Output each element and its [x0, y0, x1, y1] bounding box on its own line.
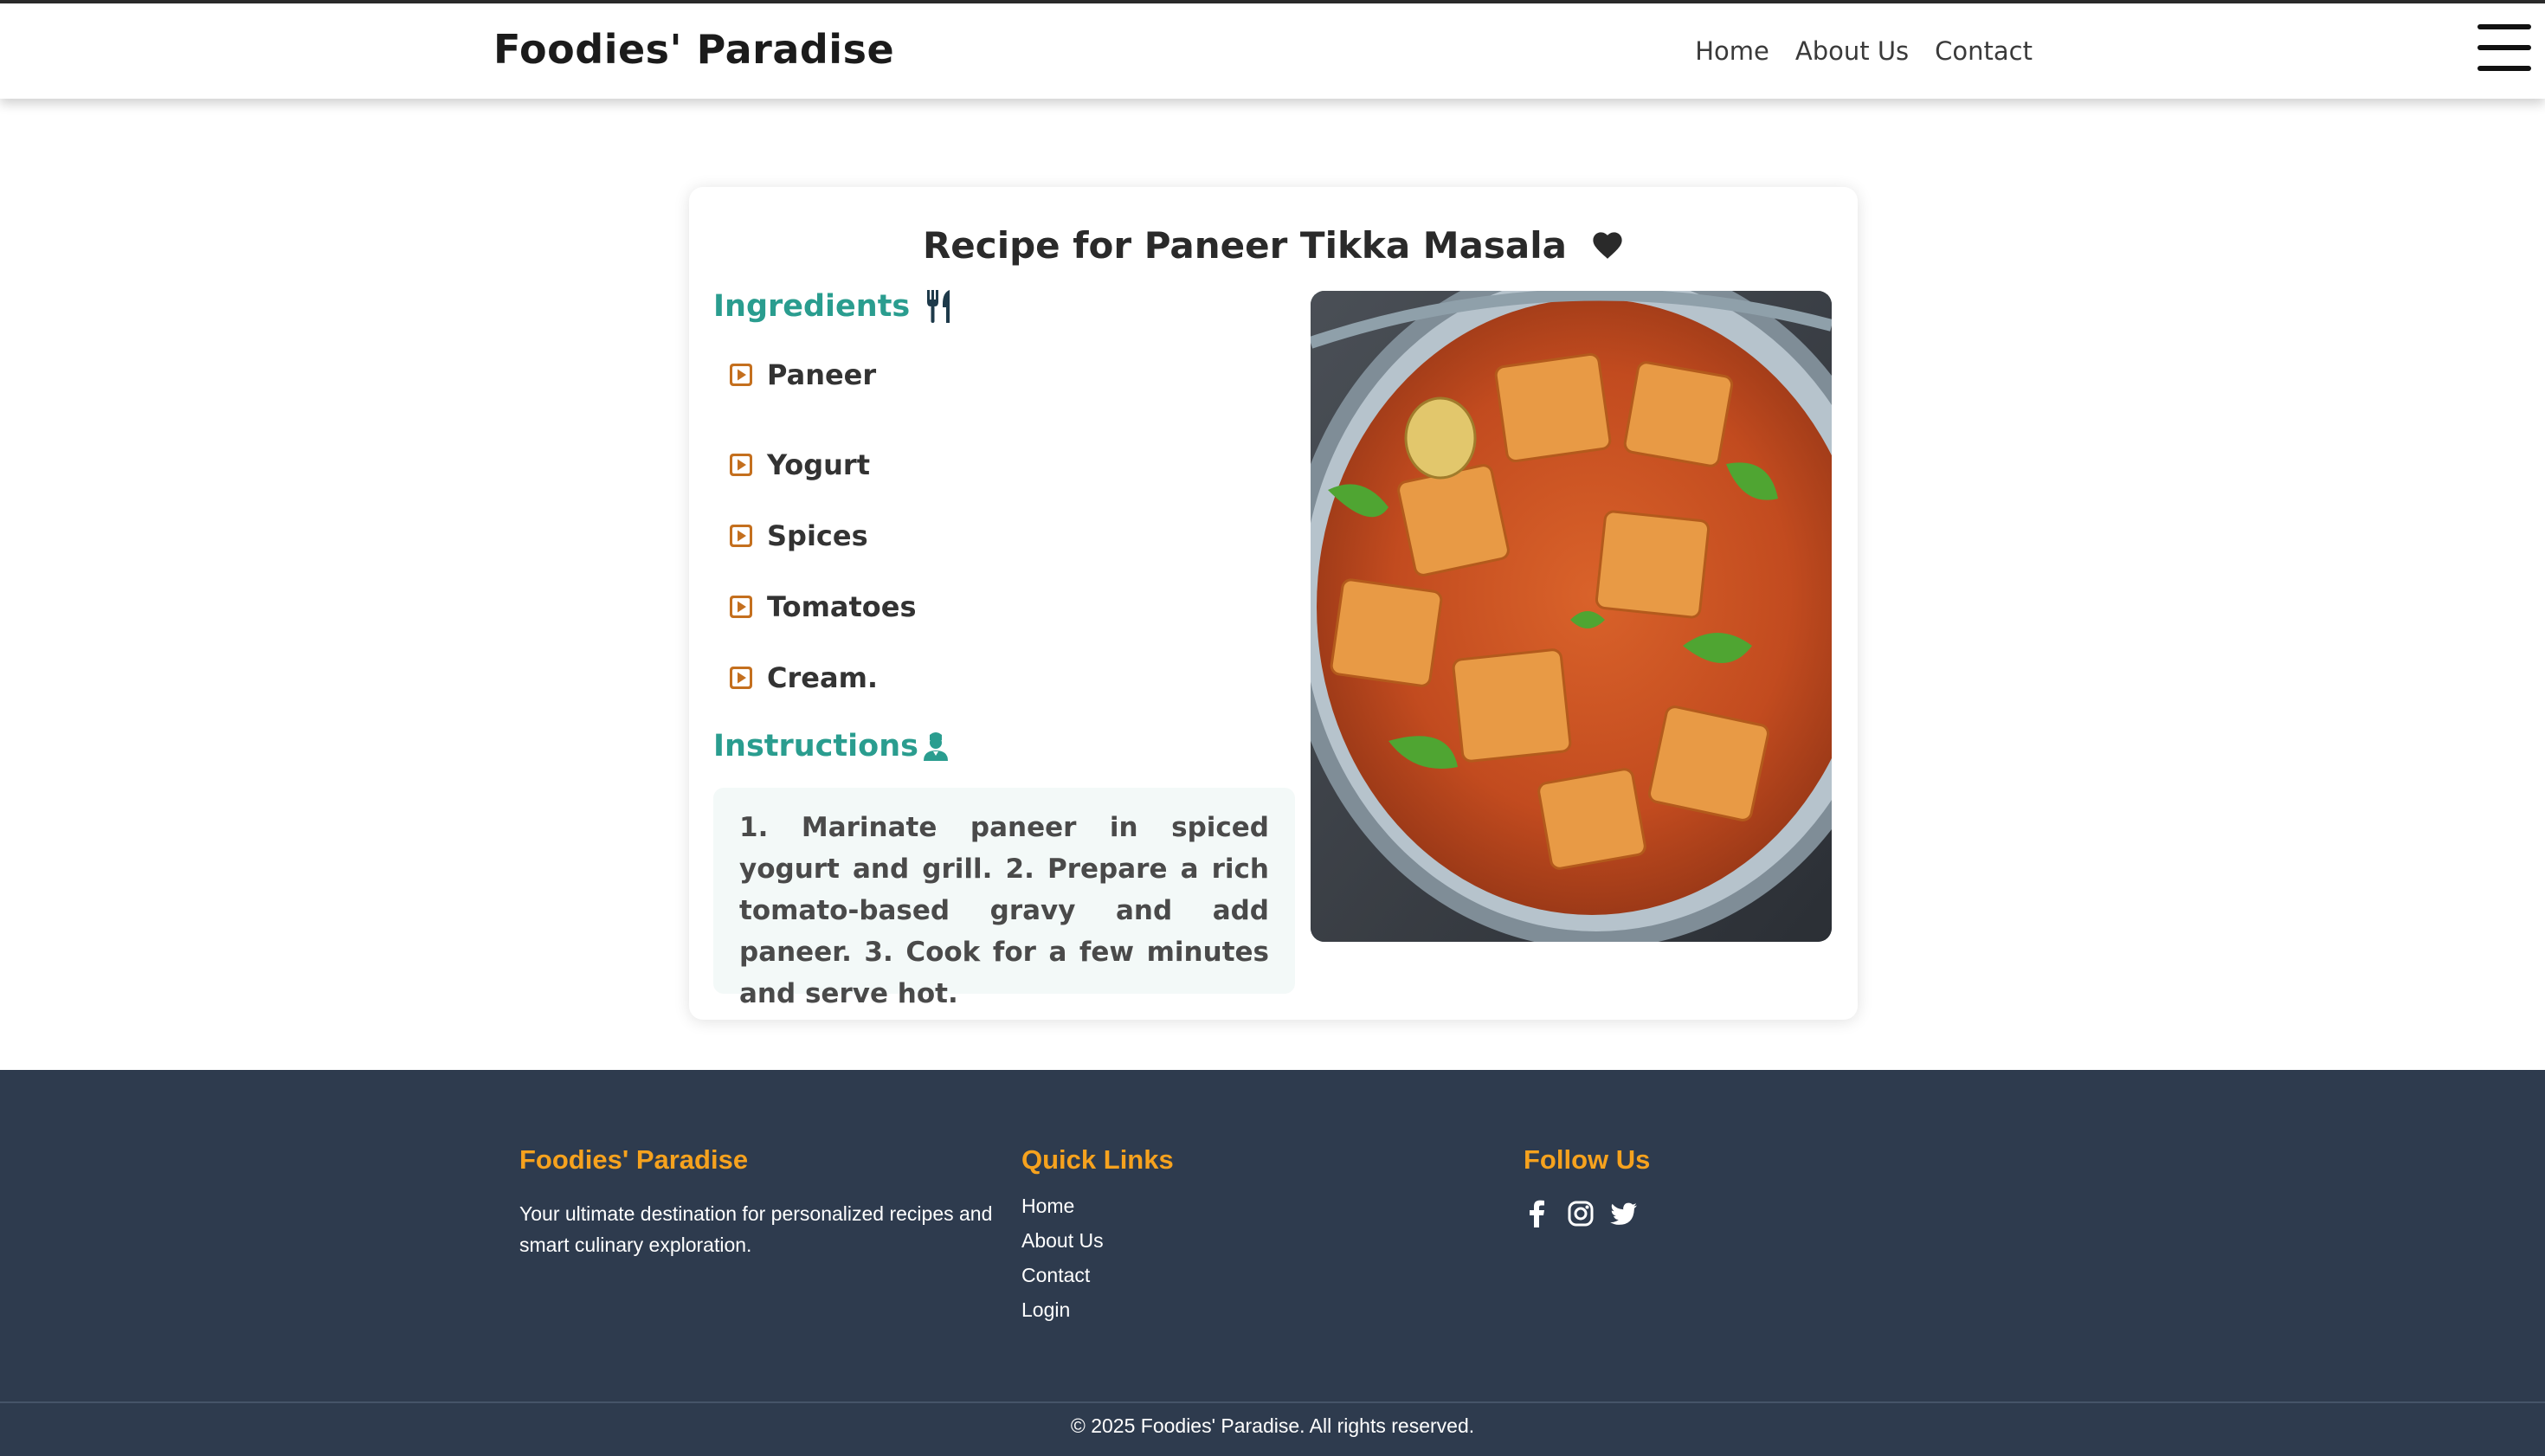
chef-icon	[923, 732, 948, 761]
ingredient-label: Tomatoes	[767, 590, 917, 623]
facebook-icon[interactable]	[1524, 1200, 1551, 1227]
ingredient-label: Yogurt	[767, 448, 870, 481]
ingredients-heading-label: Ingredients	[713, 289, 911, 324]
footer-follow-column: Follow Us	[1524, 1144, 1650, 1227]
main-nav: Home About Us Contact	[1695, 36, 2033, 66]
heart-icon[interactable]	[1591, 229, 1624, 261]
recipe-title: Recipe for Paneer Tikka Masala	[922, 223, 1568, 267]
ingredient-item: Cream.	[729, 642, 917, 713]
ingredient-item: Paneer	[729, 358, 917, 391]
ingredient-label: Spices	[767, 519, 868, 552]
instructions-heading: Instructions	[713, 729, 950, 763]
ingredient-item: Tomatoes	[729, 571, 917, 642]
twitter-icon[interactable]	[1610, 1200, 1638, 1227]
ingredient-item: Yogurt	[729, 429, 917, 500]
ingredient-label: Paneer	[767, 358, 877, 391]
instagram-icon[interactable]	[1567, 1200, 1595, 1227]
caret-square-right-icon	[730, 596, 752, 618]
footer-link-about[interactable]: About Us	[1021, 1229, 1104, 1252]
nav-contact-link[interactable]: Contact	[1935, 36, 2033, 66]
social-icons	[1524, 1200, 1650, 1227]
ingredient-item: Spices	[729, 500, 917, 571]
instructions-box: 1. Marinate paneer in spiced yogurt and …	[713, 788, 1295, 1009]
ingredients-heading: Ingredients	[713, 289, 955, 324]
site-header: Foodies' Paradise Home About Us Contact	[0, 3, 2545, 99]
footer-follow-title: Follow Us	[1524, 1144, 1651, 1175]
copyright-text: © 2025 Foodies' Paradise. All rights res…	[1070, 1414, 1475, 1437]
instructions-heading-label: Instructions	[713, 729, 918, 763]
footer-links-title: Quick Links	[1021, 1144, 1174, 1175]
dish-image	[1311, 291, 1832, 942]
site-footer: Foodies' Paradise Your ultimate destinat…	[0, 1070, 2545, 1456]
footer-link-login[interactable]: Login	[1021, 1298, 1070, 1321]
footer-divider	[0, 1401, 2545, 1403]
caret-square-right-icon	[730, 525, 752, 547]
caret-square-right-icon	[730, 667, 752, 689]
utensils-icon	[927, 290, 950, 323]
nav-about-link[interactable]: About Us	[1795, 36, 1909, 66]
footer-link-home[interactable]: Home	[1021, 1195, 1074, 1217]
footer-links-list: Home About Us Contact Login	[1021, 1195, 1174, 1333]
footer-link-contact[interactable]: Contact	[1021, 1264, 1090, 1286]
caret-square-right-icon	[730, 364, 752, 386]
recipe-title-row: Recipe for Paneer Tikka Masala	[689, 215, 1858, 275]
caret-square-right-icon	[730, 454, 752, 476]
recipe-card: Recipe for Paneer Tikka Masala Ingredien…	[689, 187, 1858, 1020]
instructions-text: 1. Marinate paneer in spiced yogurt and …	[739, 812, 1269, 1009]
hamburger-menu-icon[interactable]	[2477, 24, 2531, 71]
ingredients-list: Paneer Yogurt Spices Tomatoes Cream.	[729, 358, 917, 713]
footer-brand-title: Foodies' Paradise	[519, 1144, 749, 1175]
footer-links-column: Quick Links Home About Us Contact Login	[1021, 1144, 1174, 1333]
ingredient-label: Cream.	[767, 661, 879, 694]
nav-home-link[interactable]: Home	[1695, 36, 1769, 66]
site-brand[interactable]: Foodies' Paradise	[493, 26, 894, 73]
footer-brand-column: Foodies' Paradise Your ultimate destinat…	[519, 1144, 1004, 1260]
paneer-tikka-masala-photo	[1311, 291, 1832, 942]
footer-brand-text: Your ultimate destination for personaliz…	[519, 1202, 993, 1256]
